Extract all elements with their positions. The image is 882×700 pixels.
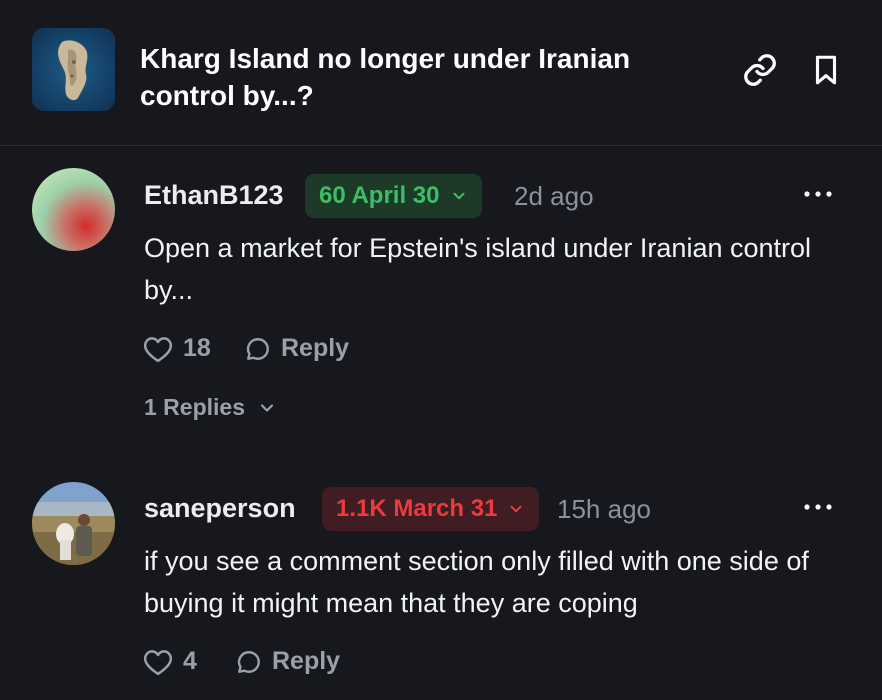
- comment-text: Open a market for Epstein's island under…: [144, 233, 812, 305]
- like-count: 4: [183, 647, 197, 675]
- position-badge-label: 1.1K March 31: [336, 495, 498, 522]
- more-options-button[interactable]: [796, 495, 840, 519]
- speech-bubble-icon: [246, 337, 269, 360]
- like-button[interactable]: 18: [143, 334, 211, 363]
- chevron-down-icon: [510, 505, 522, 513]
- reply-label: Reply: [272, 647, 341, 675]
- view-replies-toggle[interactable]: 1 Replies: [144, 394, 277, 421]
- copy-link-button[interactable]: [740, 50, 780, 90]
- comment-username[interactable]: saneperson: [144, 491, 296, 525]
- avatar[interactable]: [32, 168, 115, 251]
- comment-username[interactable]: EthanB123: [144, 178, 284, 212]
- reply-button[interactable]: Reply: [245, 334, 349, 363]
- market-thumbnail[interactable]: [32, 28, 115, 111]
- like-count: 18: [183, 334, 211, 362]
- market-header: Kharg Island no longer under Iranian con…: [0, 0, 882, 146]
- chevron-down-icon: [453, 192, 464, 200]
- more-dots-icon: [804, 504, 832, 510]
- bookmark-button[interactable]: [806, 50, 846, 90]
- position-badge-label: 60 April 30: [319, 182, 440, 209]
- comment-timestamp: 15h ago: [557, 494, 651, 524]
- reply-label: Reply: [281, 334, 350, 362]
- avatar[interactable]: [32, 482, 115, 565]
- like-button[interactable]: 4: [143, 647, 197, 676]
- comment-timestamp: 2d ago: [514, 181, 594, 211]
- position-badge[interactable]: 1.1K March 31: [322, 487, 540, 531]
- replies-count-label: 1 Replies: [144, 394, 245, 420]
- speech-bubble-icon: [237, 650, 260, 673]
- reply-button[interactable]: Reply: [236, 647, 340, 676]
- bookmark-icon: [815, 55, 837, 85]
- chevron-down-icon: [260, 403, 274, 412]
- heart-icon: [143, 336, 173, 362]
- link-icon: [744, 54, 776, 86]
- position-badge[interactable]: 60 April 30: [305, 174, 482, 218]
- comment-text: if you see a comment section only filled…: [144, 546, 809, 618]
- more-dots-icon: [804, 191, 832, 197]
- more-options-button[interactable]: [796, 182, 840, 206]
- market-title: Kharg Island no longer under Iranian con…: [140, 43, 631, 111]
- heart-icon: [143, 649, 173, 675]
